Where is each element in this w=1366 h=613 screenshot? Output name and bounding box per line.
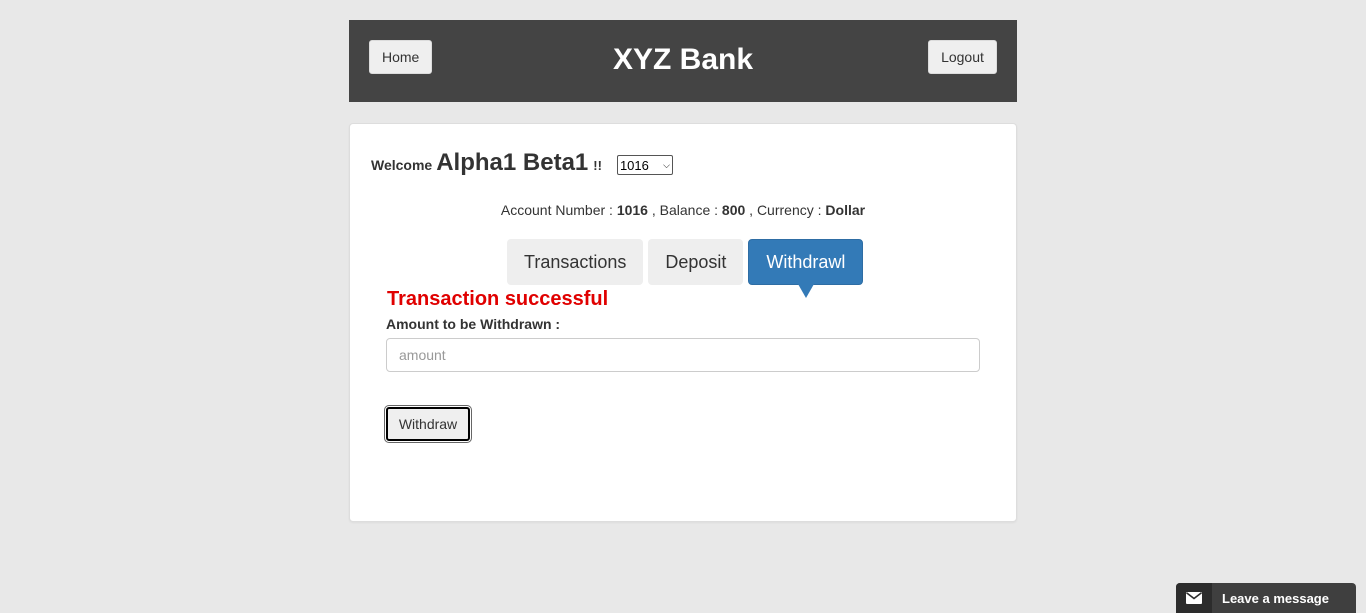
welcome-label: Welcome: [371, 157, 433, 173]
account-info: Account Number : 1016 , Balance : 800 , …: [350, 202, 1016, 218]
withdraw-button[interactable]: Withdraw: [384, 405, 472, 443]
account-select-value: 1016: [619, 157, 649, 173]
currency-label: , Currency :: [749, 202, 822, 218]
welcome-suffix: !!: [593, 157, 602, 173]
bank-title: XYZ Bank: [612, 43, 754, 76]
status-message: Transaction successful: [387, 288, 609, 310]
amount-input[interactable]: [386, 338, 980, 372]
account-number-label: Account Number :: [500, 202, 613, 218]
welcome-row: Welcome Alpha1 Beta1 !! 1016 ⌵: [371, 148, 673, 178]
logout-button[interactable]: Logout: [928, 40, 997, 74]
balance-label: , Balance :: [651, 202, 719, 218]
envelope-icon: [1176, 583, 1212, 613]
chat-label: Leave a message: [1222, 590, 1329, 606]
app-header: Home XYZ Bank Logout: [349, 20, 1017, 102]
account-select[interactable]: 1016 ⌵: [616, 155, 673, 175]
chevron-down-icon: ⌵: [663, 159, 670, 170]
account-number: 1016: [616, 202, 648, 218]
currency-value: Dollar: [825, 202, 866, 218]
tab-withdrawl[interactable]: Withdrawl: [748, 239, 864, 298]
amount-label: Amount to be Withdrawn :: [386, 316, 561, 332]
tab-transactions[interactable]: Transactions: [507, 239, 644, 285]
transaction-tabs: Transactions Deposit Withdrawl: [507, 239, 864, 298]
chat-widget[interactable]: Leave a message: [1176, 583, 1356, 613]
customer-name: Alpha1 Beta1: [436, 149, 589, 176]
account-panel: Welcome Alpha1 Beta1 !! 1016 ⌵ Account N…: [349, 123, 1017, 522]
balance-value: 800: [721, 202, 746, 218]
tab-deposit[interactable]: Deposit: [648, 239, 744, 285]
